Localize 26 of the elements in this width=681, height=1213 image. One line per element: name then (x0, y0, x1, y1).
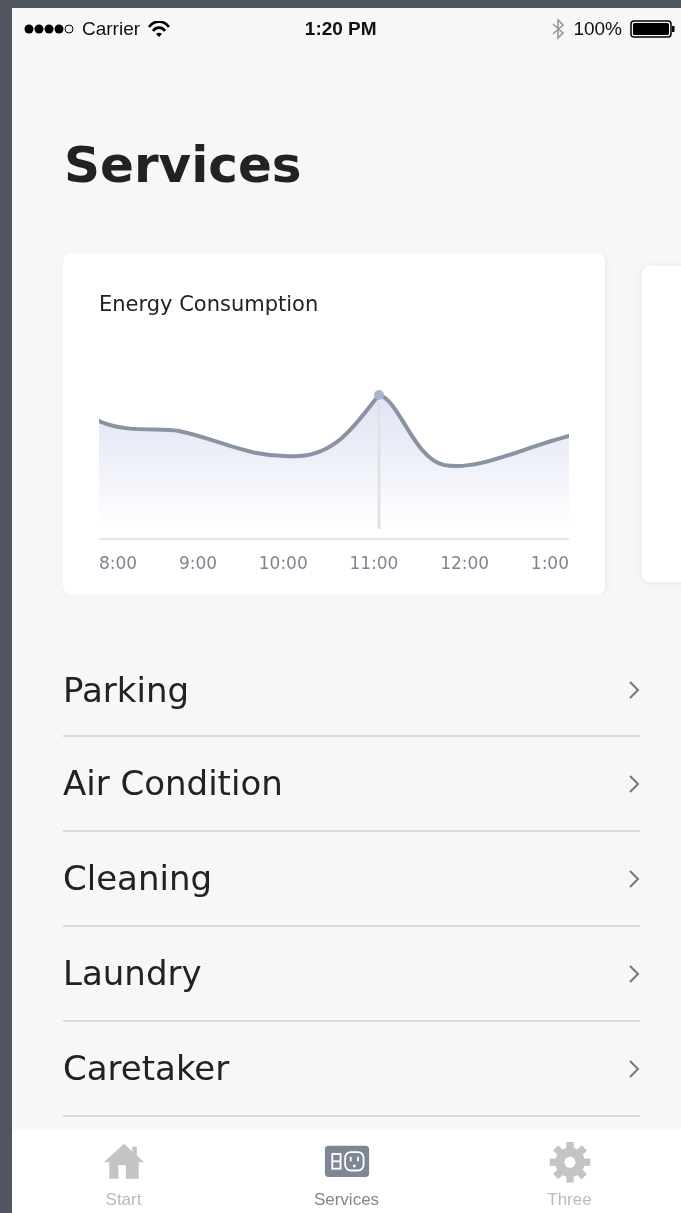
wifi-icon (148, 21, 171, 37)
axis-label: 8:00 (99, 551, 138, 575)
chevron-icon (628, 963, 640, 984)
chevron-icon (628, 868, 640, 889)
service-item[interactable]: Cleaning (63, 853, 213, 904)
chevron-icon (628, 773, 640, 794)
service-item[interactable]: Air Condition (63, 758, 283, 809)
axis-label: 12:00 (440, 551, 490, 575)
page-title: Services (64, 138, 303, 193)
service-item[interactable]: Laundry (63, 948, 202, 999)
signal-icon (24, 23, 74, 35)
chevron-icon (628, 680, 640, 700)
service-item[interactable]: Parking (63, 664, 190, 716)
carrier-name: Carrier (82, 16, 141, 41)
axis-label: 1:00 (530, 551, 569, 575)
battery-percent: 100% (573, 16, 622, 41)
card-title: Energy Consumption (99, 291, 320, 318)
axis-label: 11:00 (349, 551, 399, 575)
axis-label: 10:00 (258, 551, 308, 575)
bluetooth-icon (551, 18, 566, 40)
battery-icon (630, 20, 675, 38)
tab-button[interactable]: Services (235, 1130, 458, 1213)
axis-label: 9:00 (178, 551, 218, 575)
chevron-icon (628, 1058, 640, 1079)
service-item[interactable]: Caretaker (63, 1043, 230, 1094)
clock-time: 1:20 PM (304, 16, 377, 41)
